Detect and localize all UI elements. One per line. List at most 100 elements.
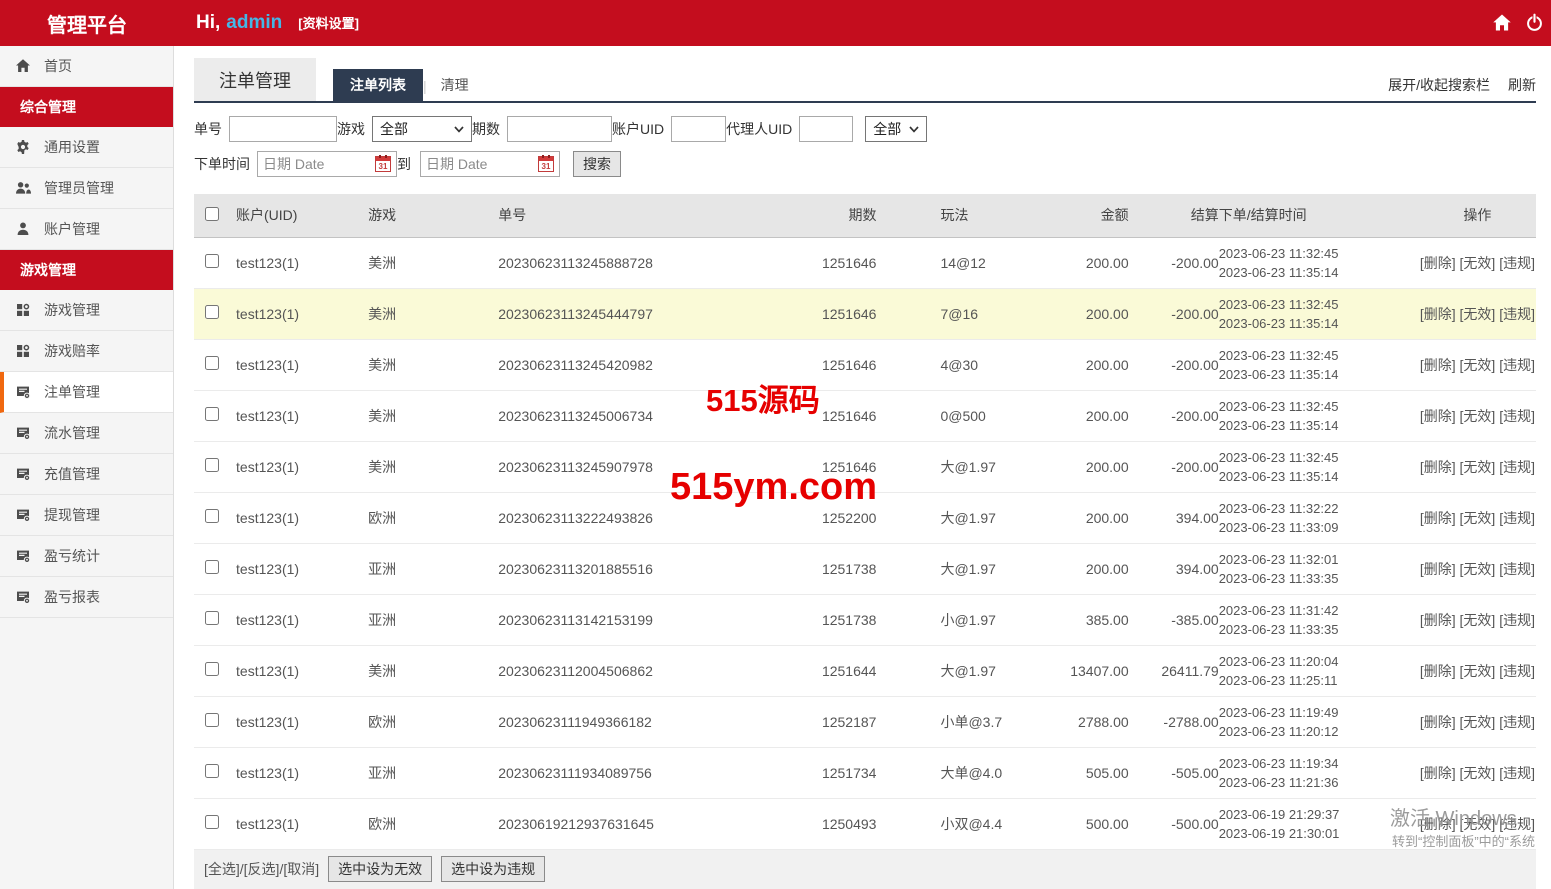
- row-checkbox[interactable]: [205, 356, 219, 370]
- cell-order-settle-time: 2023-06-23 11:32:452023-06-23 11:35:14: [1219, 237, 1419, 288]
- table-row: test123(1)美洲2023062311324588872812516461…: [194, 237, 1536, 288]
- cell-uid: test123(1): [228, 594, 368, 645]
- profile-settings-link[interactable]: [资料设置]: [298, 13, 359, 32]
- calendar-icon[interactable]: 31: [538, 156, 554, 172]
- agent-uid-input[interactable]: [799, 116, 853, 142]
- row-checkbox[interactable]: [205, 407, 219, 421]
- settle-time: 2023-06-23 11:35:14: [1219, 416, 1419, 435]
- row-checkbox[interactable]: [205, 305, 219, 319]
- sidebar-item-通用设置[interactable]: 通用设置: [0, 127, 173, 168]
- delete-action-link[interactable]: [删除]: [1420, 816, 1456, 832]
- violation-action-link[interactable]: [违规]: [1499, 612, 1535, 628]
- sidebar-item-流水管理[interactable]: 流水管理: [0, 413, 173, 454]
- row-checkbox[interactable]: [205, 254, 219, 268]
- violation-action-link[interactable]: [违规]: [1499, 561, 1535, 577]
- toggle-search-bar-link[interactable]: 展开/收起搜索栏: [1388, 75, 1490, 95]
- delete-action-link[interactable]: [删除]: [1420, 408, 1456, 424]
- invalid-action-link[interactable]: [无效]: [1460, 612, 1496, 628]
- violation-action-link[interactable]: [违规]: [1499, 663, 1535, 679]
- sidebar-item-注单管理[interactable]: 注单管理: [0, 372, 173, 413]
- cell-actions: [删除] [无效] [违规]: [1419, 288, 1536, 339]
- invalid-action-link[interactable]: [无效]: [1460, 357, 1496, 373]
- invalid-action-link[interactable]: [无效]: [1460, 459, 1496, 475]
- order-time: 2023-06-23 11:20:04: [1219, 652, 1419, 671]
- sidebar-item-盈亏统计[interactable]: 盈亏统计: [0, 536, 173, 577]
- violation-action-link[interactable]: [违规]: [1499, 816, 1535, 832]
- violation-action-link[interactable]: [违规]: [1499, 306, 1535, 322]
- account-uid-input[interactable]: [671, 116, 726, 142]
- set-violation-button[interactable]: 选中设为违规: [441, 856, 545, 882]
- row-checkbox[interactable]: [205, 764, 219, 778]
- row-checkbox[interactable]: [205, 815, 219, 829]
- home-icon[interactable]: [1492, 13, 1512, 33]
- row-checkbox[interactable]: [205, 560, 219, 574]
- refresh-link[interactable]: 刷新: [1508, 75, 1536, 95]
- sidebar-item-管理员管理[interactable]: 管理员管理: [0, 168, 173, 209]
- sidebar-item-游戏管理[interactable]: 游戏管理: [0, 290, 173, 331]
- sidebar-item-账户管理[interactable]: 账户管理: [0, 209, 173, 250]
- delete-action-link[interactable]: [删除]: [1420, 255, 1456, 271]
- sidebar-item-充值管理[interactable]: 充值管理: [0, 454, 173, 495]
- search-button[interactable]: 搜索: [573, 151, 621, 177]
- row-checkbox[interactable]: [205, 713, 219, 727]
- cell-amount: 200.00: [1057, 492, 1129, 543]
- row-checkbox[interactable]: [205, 662, 219, 676]
- order-time: 2023-06-23 11:32:45: [1219, 397, 1419, 416]
- settle-time: 2023-06-19 21:30:01: [1219, 824, 1419, 843]
- cell-checkbox: [194, 594, 228, 645]
- calendar-icon[interactable]: 31: [375, 156, 391, 172]
- game-select[interactable]: 全部: [372, 116, 472, 142]
- invalid-action-link[interactable]: [无效]: [1460, 510, 1496, 526]
- sidebar-item-label: 注单管理: [44, 382, 100, 402]
- violation-action-link[interactable]: [违规]: [1499, 255, 1535, 271]
- violation-action-link[interactable]: [违规]: [1499, 510, 1535, 526]
- delete-action-link[interactable]: [删除]: [1420, 459, 1456, 475]
- delete-action-link[interactable]: [删除]: [1420, 765, 1456, 781]
- cell-amount: 200.00: [1057, 543, 1129, 594]
- tab-clean[interactable]: 清理: [427, 69, 483, 101]
- row-checkbox[interactable]: [205, 611, 219, 625]
- violation-action-link[interactable]: [违规]: [1499, 714, 1535, 730]
- delete-action-link[interactable]: [删除]: [1420, 561, 1456, 577]
- tab-order-list[interactable]: 注单列表: [333, 69, 423, 101]
- set-invalid-button[interactable]: 选中设为无效: [328, 856, 432, 882]
- select-all-invert-cancel-links[interactable]: [全选]/[反选]/[取消]: [204, 859, 319, 879]
- delete-action-link[interactable]: [删除]: [1420, 357, 1456, 373]
- column-header-checkbox: [194, 194, 228, 237]
- violation-action-link[interactable]: [违规]: [1499, 765, 1535, 781]
- date-to-input[interactable]: 日期 Date 31: [420, 151, 560, 177]
- delete-action-link[interactable]: [删除]: [1420, 714, 1456, 730]
- order-no-input[interactable]: [229, 116, 337, 142]
- violation-action-link[interactable]: [违规]: [1499, 357, 1535, 373]
- invalid-action-link[interactable]: [无效]: [1460, 663, 1496, 679]
- status-select[interactable]: 全部: [865, 116, 927, 142]
- select-all-checkbox[interactable]: [205, 207, 219, 221]
- row-checkbox[interactable]: [205, 458, 219, 472]
- delete-action-link[interactable]: [删除]: [1420, 663, 1456, 679]
- invalid-action-link[interactable]: [无效]: [1460, 306, 1496, 322]
- violation-action-link[interactable]: [违规]: [1499, 408, 1535, 424]
- doc-icon: [15, 466, 31, 482]
- row-checkbox[interactable]: [205, 509, 219, 523]
- cell-order: 20230623113222493826: [498, 492, 780, 543]
- delete-action-link[interactable]: [删除]: [1420, 612, 1456, 628]
- invalid-action-link[interactable]: [无效]: [1460, 408, 1496, 424]
- delete-action-link[interactable]: [删除]: [1420, 510, 1456, 526]
- invalid-action-link[interactable]: [无效]: [1460, 816, 1496, 832]
- period-input[interactable]: [507, 116, 612, 142]
- sidebar-item-提现管理[interactable]: 提现管理: [0, 495, 173, 536]
- cell-order-settle-time: 2023-06-23 11:32:452023-06-23 11:35:14: [1219, 288, 1419, 339]
- sidebar-item-游戏赔率[interactable]: 游戏赔率: [0, 331, 173, 372]
- logout-power-icon[interactable]: [1525, 13, 1545, 33]
- order-time: 2023-06-23 11:19:34: [1219, 754, 1419, 773]
- violation-action-link[interactable]: [违规]: [1499, 459, 1535, 475]
- delete-action-link[interactable]: [删除]: [1420, 306, 1456, 322]
- date-from-input[interactable]: 日期 Date 31: [257, 151, 397, 177]
- cell-settle: -200.00: [1129, 237, 1219, 288]
- invalid-action-link[interactable]: [无效]: [1460, 765, 1496, 781]
- invalid-action-link[interactable]: [无效]: [1460, 561, 1496, 577]
- sidebar-item-首页[interactable]: 首页: [0, 46, 173, 87]
- sidebar-item-盈亏报表[interactable]: 盈亏报表: [0, 577, 173, 618]
- invalid-action-link[interactable]: [无效]: [1460, 255, 1496, 271]
- invalid-action-link[interactable]: [无效]: [1460, 714, 1496, 730]
